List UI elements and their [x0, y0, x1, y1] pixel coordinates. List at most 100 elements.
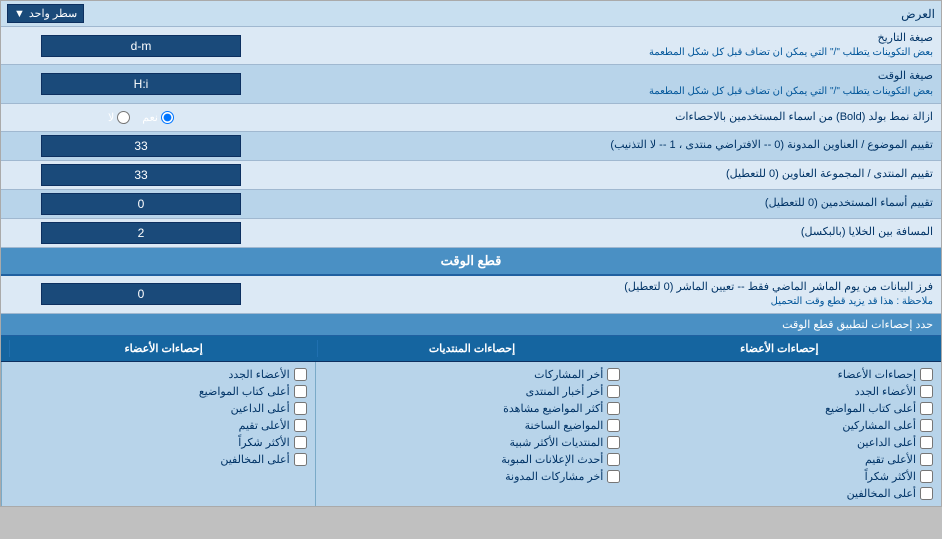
- stats-item: الأعلى تقيم: [6, 417, 311, 434]
- stats-item: أعلى الداعين: [6, 400, 311, 417]
- stats-item-label: أخر المشاركات: [534, 368, 603, 381]
- stats-item-label: الأعضاء الجدد: [228, 368, 289, 381]
- stats-checkbox[interactable]: [920, 402, 933, 415]
- stats-checkbox[interactable]: [294, 402, 307, 415]
- stats-item-label: أحدث الإعلانات المبوبة: [501, 453, 603, 466]
- top-row: العرض سطر واحد ▼: [1, 1, 941, 27]
- stats-item-label: الأكثر شكراً: [865, 470, 916, 483]
- cutoff-label: فرز البيانات من يوم الماشر الماضي فقط --…: [281, 276, 941, 313]
- gap-input-cell: 2: [1, 219, 281, 247]
- stats-item: أعلى كتاب المواضيع: [632, 400, 937, 417]
- date-format-row: صيغة التاريخ بعض التكوينات يتطلب "/" الت…: [1, 27, 941, 65]
- topic-sort-input[interactable]: 33: [41, 135, 241, 157]
- bold-remove-row: ازالة نمط بولد (Bold) من اسماء المستخدمي…: [1, 104, 941, 132]
- stats-item-label: أعلى المخالفين: [220, 453, 289, 466]
- stats-item: أعلى الداعين: [632, 434, 937, 451]
- stats-item: الأكثر شكراً: [6, 434, 311, 451]
- user-names-row: تقييم أسماء المستخدمين (0 للتعطيل) 0: [1, 190, 941, 219]
- cutoff-input[interactable]: 0: [41, 283, 241, 305]
- topic-sort-row: تقييم الموضوع / العناوين المدونة (0 -- ا…: [1, 132, 941, 161]
- date-format-input-cell: d-m: [1, 32, 281, 60]
- stats-item-label: أعلى المشاركين: [842, 419, 916, 432]
- forum-sort-input-cell: 33: [1, 161, 281, 189]
- date-format-label: صيغة التاريخ بعض التكوينات يتطلب "/" الت…: [281, 27, 941, 64]
- cutoff-row: فرز البيانات من يوم الماشر الماضي فقط --…: [1, 276, 941, 314]
- stats-item-label: الأكثر شكراً: [238, 436, 289, 449]
- bold-remove-input-cell: نعم لا: [1, 108, 281, 127]
- stats-checkbox[interactable]: [920, 419, 933, 432]
- stats-col-2: إحصاءات الأعضاء الأعضاء الجدد أعلى كتاب ال…: [628, 362, 941, 506]
- stats-checkbox[interactable]: [607, 419, 620, 432]
- stats-body: إحصاءات الأعضاء الأعضاء الجدد أعلى كتاب ال…: [1, 362, 941, 506]
- stats-item-label: أعلى الداعين: [857, 436, 916, 449]
- stats-item: أعلى كتاب المواضيع: [6, 383, 311, 400]
- display-dropdown[interactable]: سطر واحد ▼: [7, 4, 84, 23]
- stats-col-header-2: إحصاءات الأعضاء: [626, 340, 933, 357]
- stats-checkbox[interactable]: [607, 402, 620, 415]
- stats-checkbox[interactable]: [294, 453, 307, 466]
- gap-label: المسافة بين الخلايا (بالبكسل): [281, 221, 941, 244]
- stats-item-label: المنتديات الأكثر شبية: [510, 436, 604, 449]
- stats-item: أخر أخبار المنتدى: [320, 383, 625, 400]
- radio-yes[interactable]: [161, 111, 174, 124]
- stats-checkbox[interactable]: [920, 470, 933, 483]
- stats-item-label: إحصاءات الأعضاء: [838, 368, 916, 381]
- stats-item: المواضيع الساخنة: [320, 417, 625, 434]
- radio-no-label[interactable]: لا: [108, 111, 130, 124]
- radio-yes-label[interactable]: نعم: [142, 111, 174, 124]
- stats-checkbox[interactable]: [607, 368, 620, 381]
- stats-checkbox[interactable]: [607, 436, 620, 449]
- stats-checkbox[interactable]: [920, 385, 933, 398]
- stats-checkbox[interactable]: [920, 368, 933, 381]
- stats-item-label: أعلى الداعين: [231, 402, 290, 415]
- user-names-label: تقييم أسماء المستخدمين (0 للتعطيل): [281, 192, 941, 215]
- stats-item: أحدث الإعلانات المبوبة: [320, 451, 625, 468]
- stats-col-header-1: إحصاءات المنتديات: [317, 340, 625, 357]
- stats-checkbox[interactable]: [920, 436, 933, 449]
- forum-sort-input[interactable]: 33: [41, 164, 241, 186]
- main-container: العرض سطر واحد ▼ صيغة التاريخ بعض التكوي…: [0, 0, 942, 507]
- radio-no[interactable]: [117, 111, 130, 124]
- time-format-row: صيغة الوقت بعض التكوينات يتطلب "/" التي …: [1, 65, 941, 103]
- forum-sort-label: تقييم المنتدى / المجموعة العناوين (0 للت…: [281, 163, 941, 186]
- dropdown-label: سطر واحد: [29, 7, 77, 20]
- stats-item-label: الأعلى تقيم: [865, 453, 916, 466]
- stats-item: أخر مشاركات المدونة: [320, 468, 625, 485]
- stats-item-label: الأعضاء الجدد: [855, 385, 916, 398]
- stats-checkbox[interactable]: [920, 487, 933, 500]
- stats-item: الأعلى تقيم: [632, 451, 937, 468]
- cutoff-input-cell: 0: [1, 280, 281, 308]
- stats-item: أعلى المخالفين: [632, 485, 937, 502]
- stats-checkbox[interactable]: [607, 385, 620, 398]
- stats-checkbox[interactable]: [294, 436, 307, 449]
- user-names-input[interactable]: 0: [41, 193, 241, 215]
- stats-col-header-0: إحصاءات الأعضاء: [9, 340, 317, 357]
- stats-item: الأكثر شكراً: [632, 468, 937, 485]
- stats-checkbox[interactable]: [607, 470, 620, 483]
- cutoff-section-header: قطع الوقت: [1, 248, 941, 276]
- stats-header: إحصاءات الأعضاء إحصاءات المنتديات إحصاءا…: [1, 336, 941, 362]
- gap-input[interactable]: 2: [41, 222, 241, 244]
- dropdown-arrow-icon: ▼: [14, 8, 25, 20]
- stats-checkbox[interactable]: [607, 453, 620, 466]
- stats-item: المنتديات الأكثر شبية: [320, 434, 625, 451]
- topic-sort-label: تقييم الموضوع / العناوين المدونة (0 -- ا…: [281, 134, 941, 157]
- stats-item-label: أعلى المخالفين: [847, 487, 916, 500]
- topic-sort-input-cell: 33: [1, 132, 281, 160]
- time-format-input[interactable]: H:i: [41, 73, 241, 95]
- stats-checkbox[interactable]: [920, 453, 933, 466]
- time-format-label: صيغة الوقت بعض التكوينات يتطلب "/" التي …: [281, 65, 941, 102]
- display-label: العرض: [901, 7, 935, 21]
- stats-item-label: أخر مشاركات المدونة: [505, 470, 603, 483]
- stats-item-label: أخر أخبار المنتدى: [526, 385, 604, 398]
- stats-checkbox[interactable]: [294, 385, 307, 398]
- date-format-input[interactable]: d-m: [41, 35, 241, 57]
- stats-item: أخر المشاركات: [320, 366, 625, 383]
- stats-item: أعلى المخالفين: [6, 451, 311, 468]
- stats-checkbox[interactable]: [294, 368, 307, 381]
- forum-sort-row: تقييم المنتدى / المجموعة العناوين (0 للت…: [1, 161, 941, 190]
- gap-row: المسافة بين الخلايا (بالبكسل) 2: [1, 219, 941, 248]
- stats-checkbox[interactable]: [294, 419, 307, 432]
- stats-item: أعلى المشاركين: [632, 417, 937, 434]
- stats-limit-row: حدد إحصاءات لتطبيق قطع الوقت: [1, 314, 941, 336]
